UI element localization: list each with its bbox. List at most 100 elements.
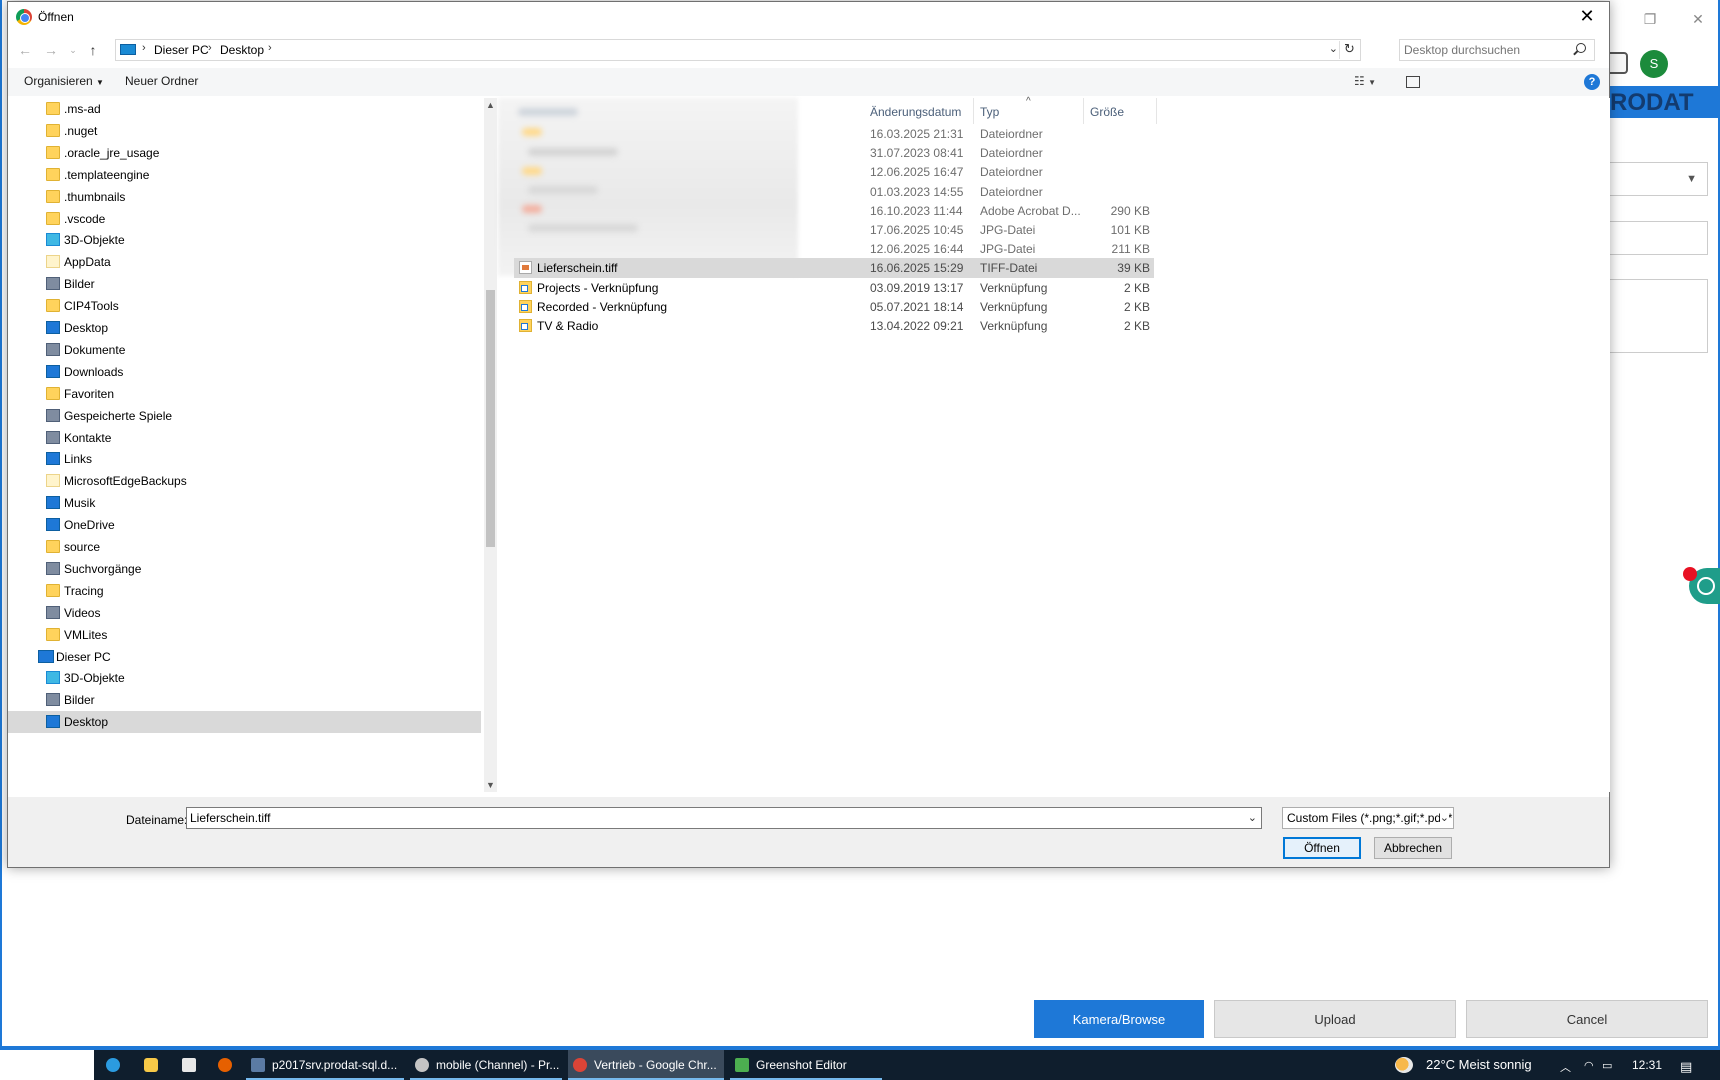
filename-field[interactable]: Lieferschein.tiff ⌄ bbox=[186, 807, 1262, 829]
restore-icon[interactable]: ❐ bbox=[1636, 8, 1664, 30]
clock[interactable]: 12:31 bbox=[1632, 1050, 1662, 1080]
file-row[interactable]: Projects - Verknüpfung 03.09.2019 13:17 Ve… bbox=[514, 278, 1154, 298]
weather-text[interactable]: 22°C Meist sonnig bbox=[1426, 1050, 1532, 1080]
file-row[interactable]: 17.06.2025 10:45 JPG-Datei 101 KB bbox=[514, 220, 1154, 240]
nav-item[interactable]: Bilder bbox=[8, 689, 481, 711]
file-row[interactable]: 31.07.2023 08:41 Dateiordner bbox=[514, 143, 1154, 163]
filetype-select[interactable]: Custom Files (*.png;*.gif;*.pdf;* ⌄ bbox=[1282, 807, 1454, 829]
nav-item[interactable]: .thumbnails bbox=[8, 186, 481, 208]
app-input[interactable] bbox=[1610, 221, 1708, 255]
nav-item[interactable]: Suchvorgänge bbox=[8, 558, 481, 580]
taskbar-task[interactable]: Vertrieb - Google Chr... bbox=[568, 1050, 724, 1080]
chevron-down-icon[interactable]: ⌄ bbox=[1329, 42, 1338, 55]
up-arrow-icon[interactable]: ↑ bbox=[82, 39, 104, 61]
organize-button[interactable]: Organisieren ▼ bbox=[24, 74, 104, 88]
nav-item[interactable]: Dokumente bbox=[8, 339, 481, 361]
forward-arrow-icon[interactable]: → bbox=[40, 39, 62, 61]
file-date: 16.10.2023 11:44 bbox=[870, 203, 963, 218]
notifications-icon[interactable]: ▤ bbox=[1680, 1059, 1692, 1075]
file-date: 17.06.2025 10:45 bbox=[870, 223, 964, 237]
column-date[interactable]: Änderungsdatum bbox=[864, 98, 974, 124]
profile-avatar[interactable]: S bbox=[1640, 50, 1668, 78]
nav-item[interactable]: .vscode bbox=[8, 208, 481, 230]
nav-item[interactable]: .ms-ad bbox=[8, 98, 481, 120]
nav-item[interactable]: MicrosoftEdgeBackups bbox=[8, 470, 481, 492]
camera-browse-button[interactable]: Kamera/Browse bbox=[1034, 1000, 1204, 1038]
scroll-thumb[interactable] bbox=[486, 290, 495, 547]
edge-icon[interactable] bbox=[106, 1058, 120, 1072]
abort-button[interactable]: Abbrechen bbox=[1374, 837, 1452, 859]
nav-item[interactable]: 3D-Objekte bbox=[8, 229, 481, 251]
column-size[interactable]: Größe bbox=[1084, 98, 1157, 124]
close-icon[interactable]: ✕ bbox=[1565, 2, 1609, 32]
nav-item[interactable]: Favoriten bbox=[8, 383, 481, 405]
file-row[interactable]: 01.03.2023 14:55 Dateiordner bbox=[514, 182, 1154, 202]
nav-item[interactable]: VMLites bbox=[8, 624, 481, 646]
file-date: 16.03.2025 21:31 bbox=[870, 127, 964, 141]
file-row[interactable]: 12.06.2025 16:44 JPG-Datei 211 KB bbox=[514, 239, 1154, 259]
nav-item[interactable]: Downloads bbox=[8, 361, 481, 383]
nav-item[interactable]: Bilder bbox=[8, 273, 481, 295]
preview-pane-icon[interactable] bbox=[1406, 76, 1420, 88]
nav-item[interactable]: Desktop bbox=[8, 711, 481, 734]
nav-scrollbar[interactable]: ▲ ▼ bbox=[484, 98, 497, 792]
scroll-down-icon[interactable]: ▼ bbox=[486, 780, 495, 790]
view-options-icon[interactable]: ☷ ▼ bbox=[1354, 74, 1376, 88]
wifi-icon[interactable]: ◠ bbox=[1584, 1059, 1594, 1072]
file-row[interactable]: Lieferschein.tiff 16.06.2025 15:29 TIFF-Da… bbox=[514, 258, 1154, 279]
app-textarea[interactable] bbox=[1610, 279, 1708, 353]
nav-item[interactable]: .nuget bbox=[8, 120, 481, 142]
battery-icon[interactable]: ▭ bbox=[1602, 1059, 1612, 1072]
refresh-icon[interactable]: ↻ bbox=[1339, 41, 1359, 59]
address-bar[interactable]: › Dieser PC › Desktop › ⌄ ↻ bbox=[115, 39, 1361, 61]
taskbar-task[interactable]: p2017srv.prodat-sql.d... bbox=[246, 1050, 404, 1080]
search-box[interactable] bbox=[1399, 39, 1595, 61]
new-folder-button[interactable]: Neuer Ordner bbox=[125, 74, 198, 88]
taskbar-task[interactable]: mobile (Channel) - Pr... bbox=[410, 1050, 562, 1080]
app-icon[interactable] bbox=[182, 1058, 196, 1072]
nav-item[interactable]: 3D-Objekte bbox=[8, 667, 481, 689]
column-type[interactable]: Typ bbox=[974, 98, 1084, 124]
open-button[interactable]: Öffnen bbox=[1283, 837, 1361, 859]
file-row[interactable]: 16.10.2023 11:44 Adobe Acrobat D... 290 KB bbox=[514, 201, 1154, 221]
cancel-button[interactable]: Cancel bbox=[1466, 1000, 1708, 1038]
nav-item[interactable]: CIP4Tools bbox=[8, 295, 481, 317]
search-input[interactable] bbox=[1404, 42, 1564, 58]
file-row[interactable]: Recorded - Verknüpfung 05.07.2021 18:14 Ve… bbox=[514, 297, 1154, 317]
upload-button[interactable]: Upload bbox=[1214, 1000, 1456, 1038]
chevron-down-icon[interactable]: ⌄ bbox=[1248, 808, 1257, 828]
breadcrumb-desktop[interactable]: Desktop bbox=[220, 43, 264, 57]
taskbar-search-area[interactable] bbox=[0, 1050, 94, 1080]
nav-item[interactable]: AppData bbox=[8, 251, 481, 273]
back-arrow-icon[interactable]: ← bbox=[14, 39, 36, 61]
firefox-icon[interactable] bbox=[218, 1058, 232, 1072]
nav-item[interactable]: Tracing bbox=[8, 580, 481, 602]
nav-item[interactable]: source bbox=[8, 536, 481, 558]
file-type: Verknüpfung bbox=[980, 280, 1048, 295]
weather-icon[interactable] bbox=[1395, 1057, 1413, 1073]
taskbar-task[interactable]: Greenshot Editor bbox=[730, 1050, 882, 1080]
nav-item[interactable]: Desktop bbox=[8, 317, 481, 339]
file-row[interactable]: 16.03.2025 21:31 Dateiordner bbox=[514, 124, 1154, 144]
breadcrumb-this-pc[interactable]: Dieser PC bbox=[154, 43, 209, 57]
nav-item[interactable]: Kontakte bbox=[8, 427, 481, 449]
file-row[interactable]: TV & Radio 13.04.2022 09:21 Verknüpfung 2 K… bbox=[514, 316, 1154, 336]
folder-icon bbox=[46, 474, 60, 488]
close-window-icon[interactable]: ✕ bbox=[1684, 8, 1712, 30]
nav-item[interactable]: Videos bbox=[8, 602, 481, 624]
nav-item[interactable]: .oracle_jre_usage bbox=[8, 142, 481, 164]
nav-item[interactable]: Links bbox=[8, 448, 481, 470]
nav-item[interactable]: Dieser PC bbox=[8, 646, 481, 668]
chevron-up-icon[interactable]: ︿ bbox=[1560, 1059, 1571, 1075]
file-explorer-icon[interactable] bbox=[144, 1058, 158, 1072]
help-icon[interactable]: ? bbox=[1584, 74, 1600, 90]
recent-dropdown-icon[interactable]: ⌄ bbox=[62, 39, 84, 61]
nav-item[interactable]: Musik bbox=[8, 492, 481, 514]
nav-item-label: Videos bbox=[64, 605, 101, 620]
nav-item[interactable]: .templateengine bbox=[8, 164, 481, 186]
nav-item[interactable]: Gespeicherte Spiele bbox=[8, 405, 481, 427]
file-row[interactable]: 12.06.2025 16:47 Dateiordner bbox=[514, 162, 1154, 182]
scroll-up-icon[interactable]: ▲ bbox=[486, 100, 495, 110]
app-select[interactable]: ▼ bbox=[1610, 162, 1708, 196]
nav-item[interactable]: OneDrive bbox=[8, 514, 481, 536]
